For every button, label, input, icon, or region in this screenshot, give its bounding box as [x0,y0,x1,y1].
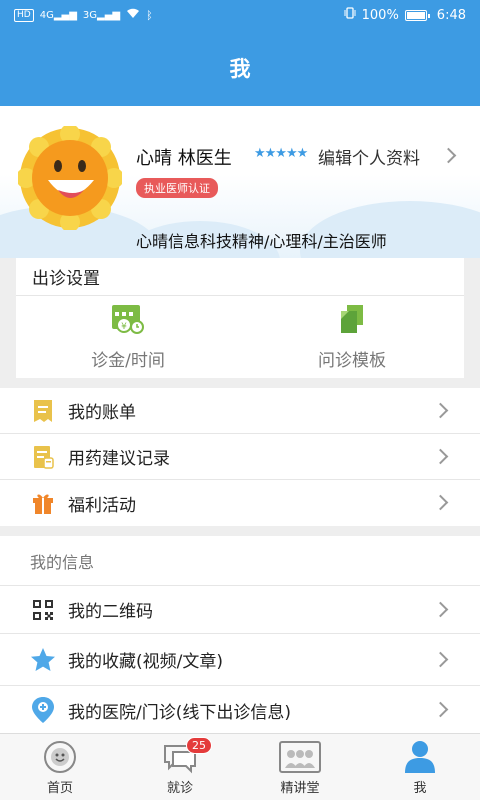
location-pin-icon [30,697,56,723]
status-bar: HD 4G▂▄▆ 3G▂▄▆ ᛒ 100% 6:48 [0,0,480,30]
menu-group-account: 我的账单 用药建议记录 福利活动 [0,388,480,526]
page-header: 我 [0,30,480,106]
star-icon [30,647,56,673]
tab-home[interactable]: 首页 [0,734,120,800]
clock: 6:48 [436,7,466,23]
doctor-description: 心晴信息科技精神/心理科/主治医师 [136,232,387,251]
menu-item-label: 用药建议记录 [68,449,170,469]
clinic-settings-card: 出诊设置 ¥ 诊金/时间 问诊模板 [16,258,464,378]
svg-text:¥: ¥ [121,322,127,332]
battery-percent: 100% [361,7,399,23]
signal-3g-icon: 3G▂▄▆ [82,9,121,21]
tab-label: 首页 [46,781,73,796]
profile-card[interactable]: 心晴 林医生 ★★★★★ 编辑个人资料 执业医师认证 心晴信息科技精神/心理科/… [0,106,480,258]
chevron-right-icon [432,651,449,668]
tab-me[interactable]: 我 [360,734,480,800]
fee-time-button[interactable]: ¥ 诊金/时间 [16,296,240,378]
menu-item-bill[interactable]: 我的账单 [0,388,480,434]
clinic-settings-title: 出诊设置 [16,258,464,296]
doctor-name: 心晴 林医生 [136,148,232,169]
menu-item-benefits[interactable]: 福利活动 [0,480,480,526]
tab-label: 精讲堂 [280,781,320,796]
menu-item-hospital[interactable]: 我的医院/门诊(线下出诊信息) [0,686,480,734]
tab-label: 就诊 [166,781,193,796]
edit-profile-link[interactable]: 编辑个人资料 [318,144,420,169]
status-right: 100% 6:48 [344,7,466,23]
menu-item-favorites[interactable]: 我的收藏(视频/文章) [0,634,480,686]
hd-icon: HD [14,8,34,22]
chevron-right-icon [432,701,449,718]
avatar[interactable] [16,124,124,232]
prescription-icon [30,444,56,470]
vibrate-icon [344,7,356,23]
chevron-right-icon [432,402,449,419]
chevron-right-icon [432,601,449,618]
template-label: 问诊模板 [318,351,386,371]
chevron-right-icon [432,448,449,465]
certification-badge: 执业医师认证 [136,178,218,198]
menu-item-label: 福利活动 [68,495,136,516]
menu-item-qr-code[interactable]: 我的二维码 [0,586,480,634]
chevron-right-icon [440,147,457,164]
qr-code-icon [30,597,56,623]
home-icon [42,737,78,777]
tab-consultation[interactable]: 25 就诊 [120,734,240,800]
menu-item-label: 我的医院/门诊(线下出诊信息) [68,702,291,723]
fee-time-icon: ¥ [108,303,148,340]
bottom-tab-bar: 首页 25 就诊 精讲堂 我 [0,733,480,800]
tab-lecture[interactable]: 精讲堂 [240,734,360,800]
lecture-icon [278,737,322,777]
bill-icon [30,398,56,424]
page-title: 我 [229,57,251,81]
wifi-icon [126,8,140,23]
person-icon [403,737,437,777]
status-left: HD 4G▂▄▆ 3G▂▄▆ ᛒ [14,8,153,23]
section-title-my-info: 我的信息 [0,536,480,586]
battery-icon [404,9,430,21]
template-button[interactable]: 问诊模板 [240,296,464,378]
unread-count-badge: 25 [186,737,212,754]
gift-icon [30,490,56,516]
chevron-right-icon [432,494,449,511]
signal-4g-icon: 4G▂▄▆ [39,9,77,21]
menu-group-my-info: 我的信息 我的二维码 我的收藏(视频/文章) 我的医院/门诊(线下出诊信息) [0,536,480,734]
rating-stars: ★★★★★ [254,146,308,161]
fee-time-label: 诊金/时间 [91,351,165,371]
menu-item-prescription[interactable]: 用药建议记录 [0,434,480,480]
bluetooth-icon: ᛒ [146,8,153,22]
tab-label: 我 [413,781,427,796]
menu-item-label: 我的收藏(视频/文章) [68,652,223,672]
menu-item-label: 我的二维码 [68,602,153,622]
menu-item-label: 我的账单 [68,403,136,423]
template-icon [335,303,369,340]
